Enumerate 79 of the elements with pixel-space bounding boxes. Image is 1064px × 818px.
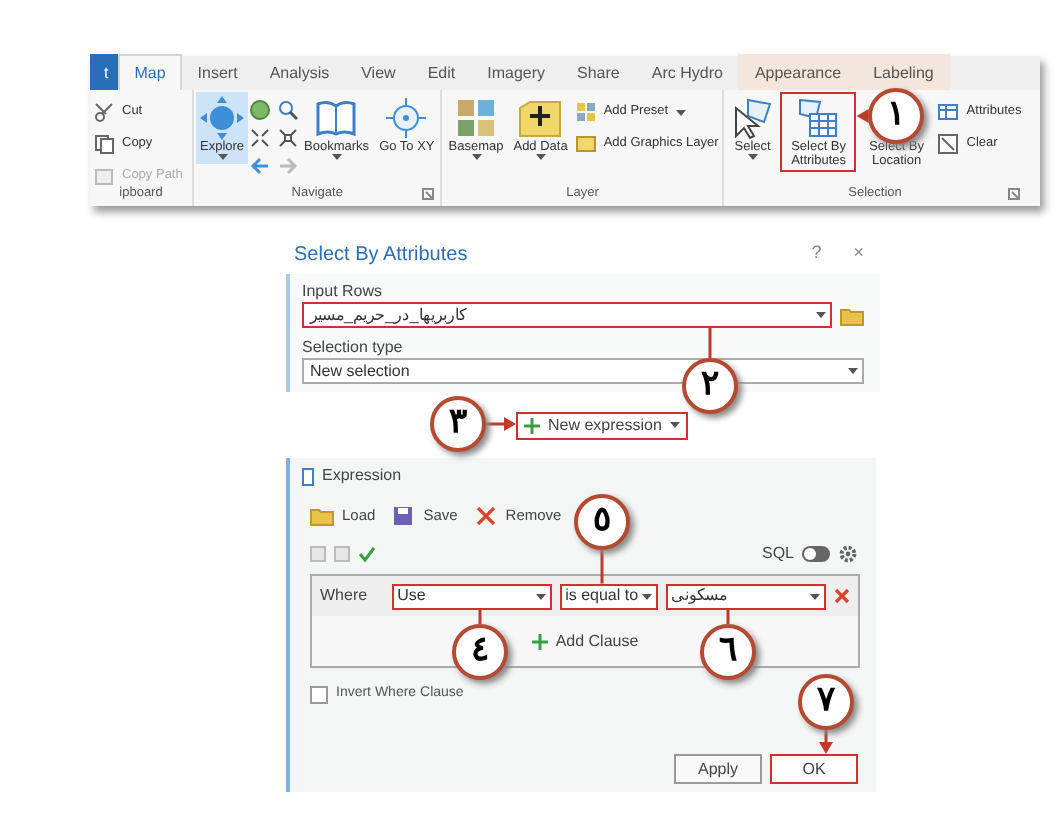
ribbon-tab[interactable]: Arc Hydro — [635, 54, 739, 90]
operator-dropdown[interactable]: is equal to — [559, 583, 658, 610]
dialog-title: Select By Attributes — [294, 241, 468, 269]
book-icon — [314, 96, 359, 140]
caret-icon — [848, 368, 858, 374]
back-arrow-icon[interactable] — [250, 156, 271, 176]
sql-label: SQL — [761, 542, 794, 567]
zoom-icon[interactable] — [278, 100, 299, 120]
leader-line — [708, 328, 712, 358]
basemap-icon — [454, 96, 498, 140]
cut-icon — [94, 102, 114, 122]
help-button[interactable]: ? — [811, 240, 822, 268]
remove-icon[interactable] — [833, 588, 850, 605]
step-marker: ٣ — [430, 396, 486, 452]
clear-selection-icon — [938, 134, 959, 154]
remove-icon — [473, 505, 498, 526]
pan-icon — [200, 96, 245, 140]
dialog-button[interactable]: OK — [770, 754, 858, 784]
leader-line — [478, 609, 482, 624]
input-rows-dropdown[interactable]: کاربریها_در_حریم_مسیر — [302, 302, 832, 328]
preset-icon — [575, 102, 596, 122]
gear-icon[interactable] — [838, 544, 858, 565]
check-icon — [358, 546, 376, 563]
indent-left-icon[interactable] — [310, 546, 326, 563]
forward-arrow-icon[interactable] — [278, 156, 299, 176]
launcher-icon[interactable] — [422, 188, 435, 200]
ribbon-tab[interactable]: Analysis — [253, 54, 346, 90]
panel-title: Expression — [322, 464, 402, 488]
field-dropdown[interactable]: Use — [391, 583, 552, 610]
leader-line — [600, 550, 604, 584]
leader-line — [726, 609, 730, 624]
clause-connector: Where — [320, 584, 368, 609]
select-pointer-icon — [730, 96, 775, 140]
crosshair-icon — [384, 96, 429, 140]
checkbox[interactable] — [310, 686, 328, 704]
ribbon-tab[interactable]: Edit — [411, 54, 472, 90]
new-expression-button[interactable]: New expression — [516, 411, 688, 439]
add-data-icon — [518, 96, 563, 140]
close-button[interactable]: × — [853, 240, 864, 268]
caret-icon — [217, 154, 228, 161]
add-clause-button[interactable]: Add Clause — [531, 629, 639, 654]
ribbon-tab[interactable]: Insert — [181, 54, 254, 90]
ribbon-tab[interactable]: Map — [118, 54, 182, 90]
table-icon — [938, 102, 959, 122]
caret-icon — [471, 154, 481, 161]
caret-icon — [676, 109, 687, 115]
ribbon-tab[interactable]: Imagery — [471, 54, 562, 90]
ribbon-tab[interactable]: Labeling — [857, 54, 950, 90]
caret-icon — [747, 154, 758, 161]
caret-icon — [641, 593, 652, 600]
caret-icon — [669, 422, 680, 428]
caret-icon — [535, 593, 546, 600]
field-label: Input Rows — [302, 280, 383, 302]
caret-icon — [809, 593, 820, 600]
folder-icon — [310, 505, 334, 526]
caret-icon — [331, 154, 342, 161]
ribbon-tab[interactable]: Share — [561, 54, 636, 90]
graphics-layer-icon — [575, 134, 596, 154]
table-select-icon — [796, 96, 841, 140]
panel-icon — [302, 467, 314, 485]
field-label: Selection type — [302, 336, 403, 358]
pointer-arrow — [819, 730, 833, 754]
folder-icon[interactable] — [840, 305, 864, 325]
dialog-button[interactable]: Apply — [674, 754, 762, 784]
indent-right-icon[interactable] — [334, 546, 350, 563]
plus-icon — [531, 633, 548, 650]
ribbon-tab[interactable]: t — [90, 54, 119, 90]
plus-icon — [524, 417, 540, 433]
ribbon-tab[interactable]: View — [345, 54, 412, 90]
save-icon — [391, 505, 416, 526]
caret-icon — [535, 154, 546, 161]
pointer-arrow — [486, 417, 516, 431]
zoom-in-arrows-icon[interactable] — [250, 128, 271, 148]
caret-icon — [816, 312, 826, 318]
ribbon-tab[interactable]: Appearance — [738, 54, 858, 90]
sql-toggle[interactable] — [802, 546, 830, 563]
zoom-out-arrows-icon[interactable] — [278, 128, 299, 148]
launcher-icon[interactable] — [1007, 188, 1020, 200]
value-dropdown[interactable]: مسکونی — [665, 583, 826, 610]
